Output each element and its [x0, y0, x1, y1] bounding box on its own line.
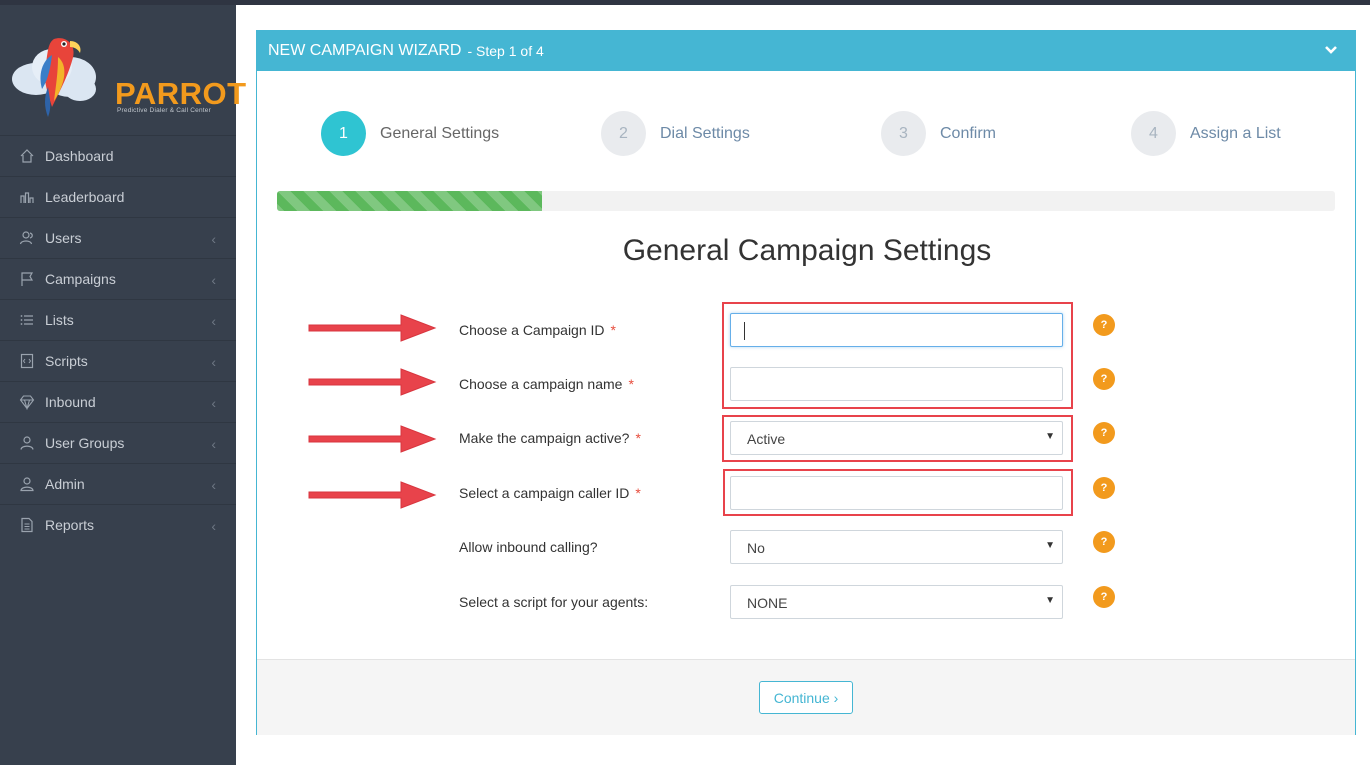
reports-icon: [18, 516, 36, 534]
flag-icon: [18, 270, 36, 288]
section-title: General Campaign Settings: [622, 234, 992, 267]
chevron-left-icon: ‹: [211, 272, 216, 288]
sidebar-item-label: Scripts: [45, 353, 88, 369]
step-general-settings[interactable]: 1 General Settings: [321, 111, 499, 156]
campaign-name-input[interactable]: [730, 367, 1063, 401]
sidebar-item-label: Admin: [45, 476, 85, 492]
wizard-title: NEW CAMPAIGN WIZARD: [268, 42, 462, 59]
chevron-left-icon: ‹: [211, 477, 216, 493]
field-label: Make the campaign active? *: [459, 430, 641, 446]
sidebar-item-label: Campaigns: [45, 271, 116, 287]
sidebar-nav: Dashboard Leaderboard Users ‹ Campaigns …: [0, 135, 236, 545]
bar-chart-icon: [18, 188, 36, 206]
inbound-calling-select[interactable]: No ▼: [730, 530, 1063, 564]
step-label: Assign a List: [1190, 124, 1281, 142]
sidebar: PARROT Predictive Dialer & Call Center D…: [0, 5, 246, 765]
chevron-down-icon[interactable]: [1323, 41, 1339, 62]
list-icon: [18, 311, 36, 329]
step-number: 4: [1131, 111, 1176, 156]
users-icon: [18, 229, 36, 247]
sidebar-item-dashboard[interactable]: Dashboard: [0, 135, 236, 176]
campaign-active-select[interactable]: Active ▼: [730, 421, 1063, 455]
sidebar-item-label: Leaderboard: [45, 189, 125, 205]
home-icon: [18, 147, 36, 165]
campaign-id-input[interactable]: [730, 313, 1063, 347]
dropdown-arrow-icon: ▼: [1045, 431, 1055, 442]
field-label: Choose a Campaign ID *: [459, 322, 616, 338]
form-row-campaign-id: Choose a Campaign ID * ?: [257, 313, 1357, 349]
diamond-icon: [18, 393, 36, 411]
chevron-left-icon: ‹: [211, 313, 216, 329]
wizard-steps: 1 General Settings 2 Dial Settings 3 Con…: [257, 111, 1357, 157]
sidebar-item-label: Lists: [45, 312, 74, 328]
help-icon[interactable]: ?: [1093, 368, 1115, 390]
form-row-campaign-name: Choose a campaign name * ?: [257, 367, 1357, 403]
script-icon: [18, 352, 36, 370]
step-assign-list[interactable]: 4 Assign a List: [1131, 111, 1281, 156]
sidebar-item-reports[interactable]: Reports ‹: [0, 504, 236, 545]
step-label: General Settings: [380, 124, 500, 142]
field-label: Choose a campaign name *: [459, 376, 634, 392]
step-number: 2: [601, 111, 646, 156]
chevron-left-icon: ‹: [211, 354, 216, 370]
chevron-left-icon: ‹: [211, 231, 216, 247]
help-icon[interactable]: ?: [1093, 531, 1115, 553]
sidebar-item-label: User Groups: [45, 435, 125, 451]
panel-header: NEW CAMPAIGN WIZARD - Step 1 of 4: [257, 31, 1355, 71]
sidebar-item-users[interactable]: Users ‹: [0, 217, 236, 258]
field-label: Allow inbound calling?: [459, 539, 598, 555]
sidebar-item-label: Users: [45, 230, 82, 246]
sidebar-item-inbound[interactable]: Inbound ‹: [0, 381, 236, 422]
chevron-left-icon: ‹: [211, 518, 216, 534]
admin-icon: [18, 475, 36, 493]
help-icon[interactable]: ?: [1093, 586, 1115, 608]
help-icon[interactable]: ?: [1093, 314, 1115, 336]
sidebar-item-label: Dashboard: [45, 148, 114, 164]
continue-button[interactable]: Continue ›: [759, 681, 853, 714]
form-row-campaign-active: Make the campaign active? * Active ▼ ?: [257, 421, 1357, 457]
sidebar-item-scripts[interactable]: Scripts ‹: [0, 340, 236, 381]
dropdown-arrow-icon: ▼: [1045, 540, 1055, 551]
sidebar-item-campaigns[interactable]: Campaigns ‹: [0, 258, 236, 299]
dropdown-arrow-icon: ▼: [1045, 595, 1055, 606]
user-groups-icon: [18, 434, 36, 452]
step-confirm[interactable]: 3 Confirm: [881, 111, 996, 156]
form-row-caller-id: Select a campaign caller ID * ?: [257, 476, 1357, 512]
sidebar-item-label: Reports: [45, 517, 95, 533]
form-row-inbound: Allow inbound calling? No ▼ ?: [257, 530, 1357, 566]
chevron-left-icon: ‹: [211, 436, 216, 452]
form-row-script: Select a script for your agents: NONE ▼ …: [257, 585, 1357, 621]
chevron-left-icon: ‹: [211, 395, 216, 411]
campaign-wizard-panel: NEW CAMPAIGN WIZARD - Step 1 of 4 1 Gene…: [256, 30, 1356, 735]
brand-tagline: Predictive Dialer & Call Center: [117, 107, 211, 114]
step-dial-settings[interactable]: 2 Dial Settings: [601, 111, 750, 156]
step-label: Dial Settings: [660, 124, 750, 142]
sidebar-item-admin[interactable]: Admin ‹: [0, 463, 236, 504]
sidebar-item-lists[interactable]: Lists ‹: [0, 299, 236, 340]
help-icon[interactable]: ?: [1093, 422, 1115, 444]
agent-script-select[interactable]: NONE ▼: [730, 585, 1063, 619]
caller-id-input[interactable]: [730, 476, 1063, 510]
progress-fill: [277, 191, 542, 211]
sidebar-item-user-groups[interactable]: User Groups ‹: [0, 422, 236, 463]
help-icon[interactable]: ?: [1093, 477, 1115, 499]
wizard-progress-bar: [277, 191, 1335, 211]
field-label: Select a campaign caller ID *: [459, 485, 641, 501]
step-number: 1: [321, 111, 366, 156]
step-label: Confirm: [940, 124, 997, 142]
sidebar-item-label: Inbound: [45, 394, 96, 410]
wizard-step-indicator: - Step 1 of 4: [467, 43, 544, 59]
field-label: Select a script for your agents:: [459, 594, 649, 610]
parrot-logo[interactable]: PARROT Predictive Dialer & Call Center: [8, 27, 246, 123]
step-number: 3: [881, 111, 926, 156]
panel-footer: Continue ›: [257, 659, 1355, 735]
sidebar-item-leaderboard[interactable]: Leaderboard: [0, 176, 236, 217]
